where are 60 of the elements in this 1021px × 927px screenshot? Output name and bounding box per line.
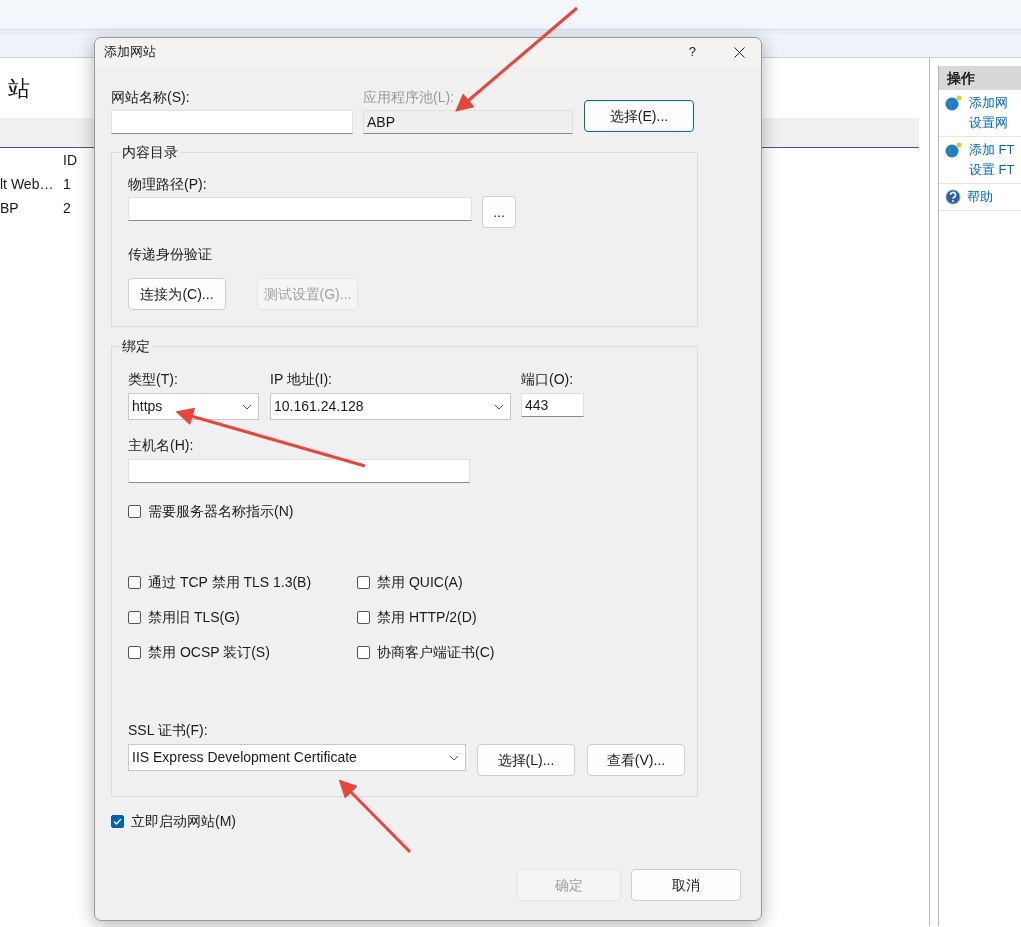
field-label: 主机名(H):: [128, 436, 195, 454]
page-heading: 站: [7, 74, 30, 103]
view-certificate-button[interactable]: 查看(V)...: [587, 744, 685, 776]
field-label: 物理路径(P):: [128, 175, 208, 193]
select-certificate-button[interactable]: 选择(L)...: [477, 744, 575, 776]
action-link[interactable]: 添加 FT: [969, 140, 1015, 160]
field-label: 网站名称(S):: [111, 88, 191, 106]
section-label: 传递身份验证: [128, 245, 213, 264]
action-link[interactable]: 设置 FT: [969, 160, 1015, 180]
cancel-button[interactable]: 取消: [631, 869, 741, 901]
globe-icon: [945, 95, 963, 111]
field-label: IP 地址(I):: [270, 370, 333, 388]
checkbox[interactable]: [128, 576, 141, 589]
checkbox[interactable]: [357, 611, 370, 624]
help-icon: [945, 189, 961, 205]
ip-select[interactable]: 10.161.24.128: [270, 393, 511, 420]
table-cell-text: 2: [62, 198, 71, 218]
table-cell-text: BP: [0, 198, 20, 218]
table-cell-text: lt Web…: [0, 174, 55, 194]
port-field[interactable]: 443: [521, 393, 584, 417]
chevron-down-icon: [449, 754, 459, 761]
action-link[interactable]: 帮助: [967, 187, 993, 207]
certificate-select[interactable]: IIS Express Development Certificate: [128, 744, 466, 771]
checkbox[interactable]: [111, 815, 124, 828]
type-select[interactable]: https: [128, 393, 259, 420]
checkbox-label: 需要服务器名称指示(N): [148, 502, 294, 521]
connect-as-button[interactable]: 连接为(C)...: [128, 278, 226, 310]
action-link[interactable]: 设置网: [969, 113, 1008, 133]
checkbox-label: 协商客户端证书(C): [377, 643, 495, 662]
action-link[interactable]: 添加网: [969, 93, 1008, 113]
field-label: SSL 证书(F):: [128, 721, 209, 739]
checkbox-label: 禁用 QUIC(A): [377, 573, 463, 592]
checkbox-label: 通过 TCP 禁用 TLS 1.3(B): [148, 573, 312, 592]
browse-button[interactable]: ...: [482, 196, 516, 228]
table-cell-text: 1: [62, 174, 71, 194]
checkbox[interactable]: [357, 646, 370, 659]
help-button[interactable]: ?: [688, 42, 696, 62]
group-title: 绑定: [120, 337, 152, 355]
site-name-field[interactable]: [111, 110, 353, 134]
globe-icon: [945, 142, 963, 158]
checkbox-label: 禁用旧 TLS(G): [148, 608, 240, 627]
field-label: 类型(T):: [128, 370, 179, 388]
host-name-field[interactable]: [128, 459, 470, 483]
column-header: ID: [62, 150, 77, 170]
checkbox-label: 立即启动网站(M): [131, 812, 236, 831]
checkbox[interactable]: [128, 611, 141, 624]
checkbox-label: 禁用 OCSP 装订(S): [148, 643, 270, 662]
chevron-down-icon: [242, 403, 252, 410]
checkbox-label: 禁用 HTTP/2(D): [377, 608, 477, 627]
dialog-title: 添加网站: [104, 43, 157, 62]
field-label: 应用程序池(L):: [363, 88, 455, 106]
path-field[interactable]: [128, 197, 472, 221]
checkbox[interactable]: [128, 646, 141, 659]
chevron-down-icon: [494, 403, 504, 410]
close-icon[interactable]: [734, 46, 745, 58]
panel-header: 操作: [939, 66, 1021, 90]
checkbox[interactable]: [128, 505, 141, 518]
group-title: 内容目录: [120, 143, 180, 161]
field-label: 端口(O):: [521, 370, 575, 388]
checkbox[interactable]: [357, 576, 370, 589]
